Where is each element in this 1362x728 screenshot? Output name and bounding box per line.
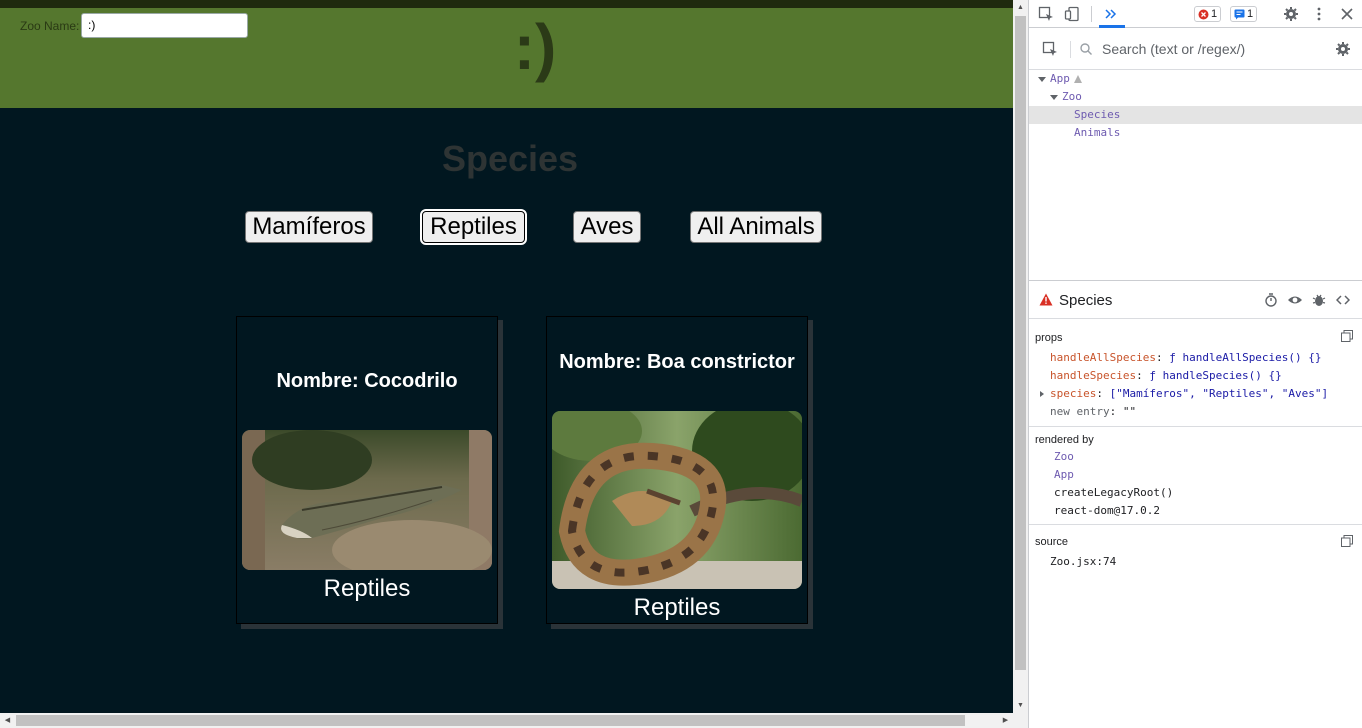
prop-key: new entry bbox=[1050, 405, 1110, 418]
component-search-input[interactable]: Search (text or /regex/) bbox=[1102, 41, 1245, 57]
section-divider bbox=[1029, 524, 1362, 525]
rendered-by-zoo[interactable]: Zoo bbox=[1054, 450, 1074, 463]
filter-button-all-animals[interactable]: All Animals bbox=[690, 211, 822, 243]
prop-row[interactable]: species: ["Mamíferos", "Reptiles", "Aves… bbox=[1040, 387, 1328, 400]
prop-row[interactable]: handleAllSpecies: ƒ handleAllSpecies() {… bbox=[1050, 351, 1322, 364]
card-category: Reptiles bbox=[323, 575, 411, 602]
devtools-toolbar: 1 1 bbox=[1029, 0, 1362, 28]
prop-value: "" bbox=[1122, 405, 1137, 418]
zoo-heading: :) bbox=[513, 11, 557, 83]
warning-icon bbox=[1039, 293, 1053, 306]
card-name: Nombre: Boa constrictor bbox=[559, 351, 795, 373]
device-toolbar-icon[interactable] bbox=[1062, 4, 1082, 24]
prop-value: ƒ handleSpecies() {} bbox=[1149, 369, 1282, 382]
section-divider bbox=[1029, 426, 1362, 427]
filter-button-mamiferos[interactable]: Mamíferos bbox=[245, 211, 373, 243]
component-search-bar: Search (text or /regex/) bbox=[1029, 29, 1362, 70]
app-viewport: Zoo Name: :) :) Species Mamíferos Reptil… bbox=[0, 0, 1013, 713]
message-icon bbox=[1234, 9, 1245, 19]
prop-value: ["Mamíferos", "Reptiles", "Aves"] bbox=[1109, 387, 1329, 400]
rendered-by-root: createLegacyRoot() bbox=[1054, 486, 1174, 499]
page-horizontal-scrollbar[interactable]: ◀ ▶ bbox=[0, 713, 1028, 728]
suspend-timer-icon[interactable] bbox=[1261, 290, 1281, 310]
inspect-dom-eye-icon[interactable] bbox=[1285, 290, 1305, 310]
component-settings-gear-icon[interactable] bbox=[1333, 39, 1353, 59]
scroll-thumb[interactable] bbox=[1015, 16, 1026, 670]
prop-key: handleAllSpecies bbox=[1050, 351, 1156, 364]
scroll-left-icon[interactable]: ◀ bbox=[0, 713, 15, 728]
crocodile-image bbox=[242, 430, 492, 570]
message-count-badge[interactable]: 1 bbox=[1230, 6, 1258, 22]
prop-row[interactable]: handleSpecies: ƒ handleSpecies() {} bbox=[1050, 369, 1282, 382]
settings-gear-icon[interactable] bbox=[1281, 4, 1301, 24]
expand-caret-icon[interactable] bbox=[1040, 391, 1044, 397]
warning-icon bbox=[1073, 75, 1082, 83]
tree-node-label: Species bbox=[1074, 108, 1121, 121]
filter-button-aves[interactable]: Aves bbox=[573, 211, 641, 243]
error-count: 1 bbox=[1211, 8, 1218, 20]
selected-component-header: Species bbox=[1029, 281, 1362, 319]
filter-button-reptiles[interactable]: Reptiles bbox=[420, 209, 527, 245]
tree-node-label: Zoo bbox=[1062, 90, 1082, 103]
tree-node-label: Animals bbox=[1074, 126, 1121, 139]
copy-props-icon[interactable] bbox=[1341, 330, 1353, 342]
copy-source-icon[interactable] bbox=[1341, 535, 1353, 547]
tree-node-animals[interactable]: Animals bbox=[1029, 124, 1362, 142]
log-bug-icon[interactable] bbox=[1309, 290, 1329, 310]
more-tabs-chevron-icon[interactable] bbox=[1101, 4, 1121, 24]
props-section-label: props bbox=[1035, 332, 1063, 344]
tree-node-label: App bbox=[1050, 72, 1070, 85]
boa-constrictor-image bbox=[552, 411, 802, 589]
rendered-by-app[interactable]: App bbox=[1054, 468, 1074, 481]
top-strip bbox=[0, 0, 1013, 8]
screen: Zoo Name: :) :) Species Mamíferos Reptil… bbox=[0, 0, 1362, 728]
inspect-element-icon[interactable] bbox=[1036, 4, 1056, 24]
source-label: source bbox=[1035, 536, 1069, 548]
page-vertical-scrollbar[interactable]: ▲ ▼ bbox=[1013, 0, 1028, 713]
scroll-right-icon[interactable]: ▶ bbox=[998, 713, 1013, 728]
scroll-down-icon[interactable]: ▼ bbox=[1013, 698, 1028, 713]
zoo-header: Zoo Name: :) :) bbox=[0, 8, 1013, 108]
animal-card: Nombre: Cocodrilo Reptiles bbox=[236, 316, 498, 624]
species-title: Species bbox=[441, 138, 579, 179]
select-component-icon[interactable] bbox=[1040, 39, 1060, 59]
expand-caret-icon[interactable] bbox=[1038, 76, 1046, 82]
scroll-up-icon[interactable]: ▲ bbox=[1013, 0, 1028, 15]
prop-value: ƒ handleAllSpecies() {} bbox=[1169, 351, 1322, 364]
tree-node-zoo[interactable]: Zoo bbox=[1029, 88, 1362, 106]
source-location[interactable]: Zoo.jsx:74 bbox=[1050, 555, 1116, 568]
kebab-menu-icon[interactable] bbox=[1309, 4, 1329, 24]
react-devtools-panel: 1 1 Search (text or /regex/) App Zoo Spe… bbox=[1028, 0, 1362, 728]
search-divider bbox=[1070, 41, 1071, 58]
error-count-badge[interactable]: 1 bbox=[1194, 6, 1222, 22]
rendered-by-label: rendered by bbox=[1035, 434, 1094, 446]
card-category: Reptiles bbox=[633, 594, 721, 621]
prop-key: handleSpecies bbox=[1050, 369, 1137, 382]
active-tab-indicator bbox=[1099, 25, 1125, 28]
rendered-by-react-dom: react-dom@17.0.2 bbox=[1054, 504, 1160, 517]
prop-key: species bbox=[1050, 387, 1097, 400]
card-name: Nombre: Cocodrilo bbox=[276, 370, 458, 392]
expand-caret-icon[interactable] bbox=[1050, 94, 1058, 100]
scroll-thumb[interactable] bbox=[16, 715, 965, 726]
view-source-icon[interactable] bbox=[1333, 290, 1353, 310]
message-count: 1 bbox=[1247, 8, 1254, 20]
error-icon bbox=[1198, 9, 1209, 19]
new-prop-entry[interactable]: new entry: "" bbox=[1050, 405, 1136, 418]
toolbar-divider bbox=[1091, 6, 1092, 22]
tree-node-app[interactable]: App bbox=[1029, 70, 1362, 88]
close-icon[interactable] bbox=[1337, 4, 1357, 24]
selected-component-name: Species bbox=[1059, 292, 1113, 309]
animal-card: Nombre: Boa constrictor Reptiles bbox=[546, 316, 808, 624]
tree-node-species[interactable]: Species bbox=[1029, 106, 1362, 124]
search-icon bbox=[1076, 39, 1096, 59]
